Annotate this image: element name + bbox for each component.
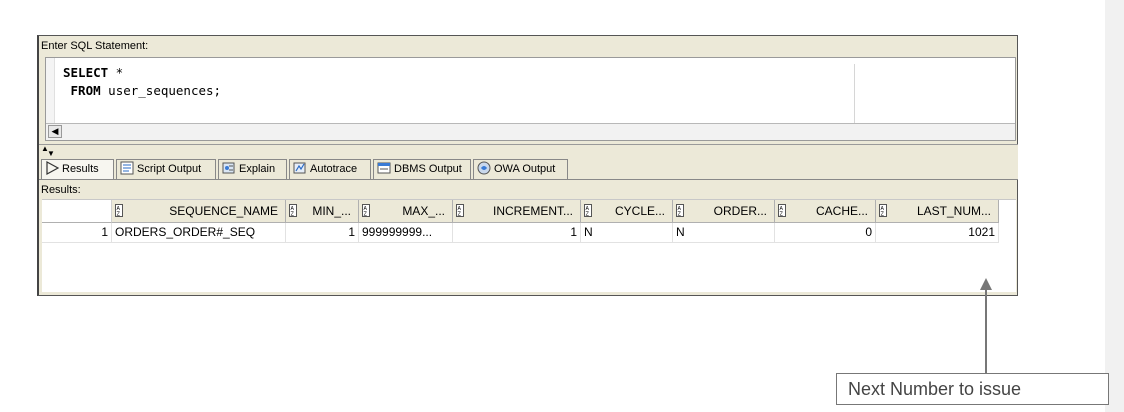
autotrace-icon xyxy=(293,162,306,174)
cell-increment-by[interactable]: 1 xyxy=(453,223,581,243)
svg-text:Z: Z xyxy=(780,212,784,218)
explain-icon xyxy=(222,162,235,174)
sort-column-icon: AZ xyxy=(289,204,297,217)
page-side-strip xyxy=(1105,0,1124,412)
tab-results-label: Results xyxy=(62,163,99,175)
cell-last-number[interactable]: 1021 xyxy=(876,223,999,243)
svg-text:Z: Z xyxy=(291,212,295,218)
sort-column-icon: AZ xyxy=(456,204,464,217)
column-header-max-value[interactable]: AZ MAX_... xyxy=(359,200,453,223)
tab-autotrace-label: Autotrace xyxy=(310,163,358,175)
sort-column-icon: AZ xyxy=(778,204,786,217)
dbms-output-icon xyxy=(377,162,391,174)
svg-text:Z: Z xyxy=(458,212,462,218)
svg-text:Z: Z xyxy=(678,212,682,218)
cell-order-flag[interactable]: N xyxy=(673,223,775,243)
tab-dbms-output[interactable]: DBMS Output xyxy=(373,159,471,179)
sql-from-args: user_sequences; xyxy=(100,83,222,98)
column-header-min-value[interactable]: AZ MIN_... xyxy=(286,200,359,223)
sort-column-icon: AZ xyxy=(115,204,123,217)
callout-arrow-line xyxy=(985,286,987,374)
tab-script-output-label: Script Output xyxy=(137,163,202,175)
tab-script-output[interactable]: Script Output xyxy=(116,159,216,179)
row-number[interactable]: 1 xyxy=(42,223,112,243)
cell-cache-size[interactable]: 0 xyxy=(775,223,876,243)
editor-right-margin xyxy=(854,64,855,124)
sql-code[interactable]: SELECT * FROM user_sequences; xyxy=(63,64,221,100)
column-header-order-flag[interactable]: AZ ORDER... xyxy=(673,200,775,223)
sort-column-icon: AZ xyxy=(584,204,592,217)
svg-text:Z: Z xyxy=(117,212,121,218)
sql-worksheet: Enter SQL Statement: SELECT * FROM user_… xyxy=(37,35,1018,296)
sql-editor[interactable]: SELECT * FROM user_sequences; ◀ xyxy=(45,57,1016,141)
sort-column-icon: AZ xyxy=(362,204,370,217)
results-label: Results: xyxy=(41,184,81,196)
tab-autotrace[interactable]: Autotrace xyxy=(289,159,371,179)
tab-owa-output-label: OWA Output xyxy=(494,163,556,175)
owa-output-icon xyxy=(477,161,491,175)
cell-cycle-flag[interactable]: N xyxy=(581,223,673,243)
column-header-cycle-flag[interactable]: AZ CYCLE... xyxy=(581,200,673,223)
column-label: INCREMENT... xyxy=(492,204,573,218)
results-grid: AZ SEQUENCE_NAME AZ MIN_... AZ MAX_... A… xyxy=(42,199,1016,292)
svg-text:Z: Z xyxy=(364,212,368,218)
play-icon xyxy=(46,161,60,175)
next-number-callout: Next Number to issue xyxy=(836,373,1109,405)
sql-keyword-from: FROM xyxy=(63,83,101,98)
tab-explain-label: Explain xyxy=(239,163,276,175)
cell-min-value[interactable]: 1 xyxy=(286,223,359,243)
sort-column-icon: AZ xyxy=(879,204,887,217)
column-label: CACHE... xyxy=(815,204,868,218)
row-number-header xyxy=(42,200,112,223)
column-header-last-number[interactable]: AZ LAST_NUM... xyxy=(876,200,999,223)
column-header-cache-size[interactable]: AZ CACHE... xyxy=(775,200,876,223)
column-label: MIN_... xyxy=(312,204,351,218)
cell-sequence-name[interactable]: ORDERS_ORDER#_SEQ xyxy=(112,223,286,243)
column-label: SEQUENCE_NAME xyxy=(169,204,278,218)
column-header-sequence-name[interactable]: AZ SEQUENCE_NAME xyxy=(112,200,286,223)
svg-text:Z: Z xyxy=(881,212,885,218)
column-label: MAX_... xyxy=(402,204,445,218)
script-output-icon xyxy=(120,161,134,175)
column-label: LAST_NUM... xyxy=(916,204,991,218)
sort-column-icon: AZ xyxy=(676,204,684,217)
editor-horizontal-scrollbar[interactable]: ◀ xyxy=(46,123,1015,140)
scroll-left-icon[interactable]: ◀ xyxy=(48,125,62,138)
tab-explain[interactable]: Explain xyxy=(218,159,287,179)
column-header-increment-by[interactable]: AZ INCREMENT... xyxy=(453,200,581,223)
column-label: ORDER... xyxy=(713,204,767,218)
sql-select-args: * xyxy=(108,65,124,80)
output-tabs: Results Script Output Explain Autotrace … xyxy=(39,156,1018,180)
cell-max-value[interactable]: 999999999... xyxy=(359,223,453,243)
sql-statement-label: Enter SQL Statement: xyxy=(41,40,149,52)
tab-dbms-output-label: DBMS Output xyxy=(394,163,462,175)
svg-text:Z: Z xyxy=(586,212,590,218)
tab-owa-output[interactable]: OWA Output xyxy=(473,159,568,179)
column-label: CYCLE... xyxy=(614,204,665,218)
sql-keyword-select: SELECT xyxy=(63,65,109,80)
tab-results[interactable]: Results xyxy=(41,159,114,179)
